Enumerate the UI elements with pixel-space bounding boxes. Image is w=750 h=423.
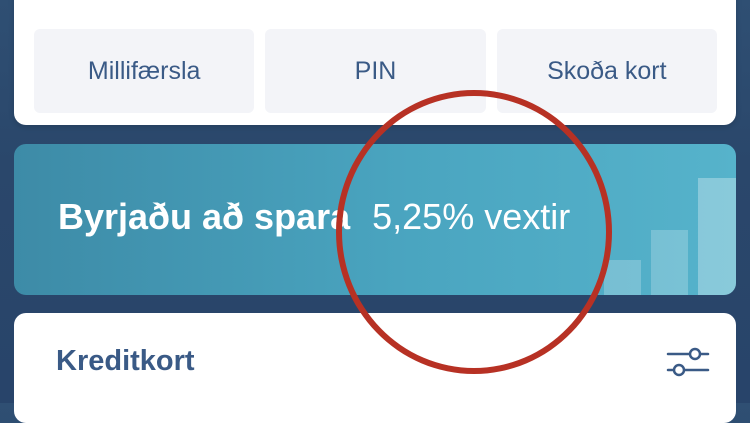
banner-bar-decoration — [698, 178, 736, 295]
pin-button[interactable]: PIN — [265, 29, 486, 113]
quick-actions: Millifærsla PIN Skoða kort — [34, 29, 717, 113]
transfer-button-label: Millifærsla — [87, 56, 201, 85]
pin-button-label: PIN — [354, 56, 397, 85]
banner-rate: 5,25% vextir — [372, 196, 571, 237]
card-actions-panel: Millifærsla PIN Skoða kort — [14, 0, 736, 125]
savings-promo-banner[interactable]: Byrjaðu að spara 5,25% vextir — [14, 144, 736, 295]
banner-text: Byrjaðu að spara 5,25% vextir — [58, 196, 570, 238]
credit-card-section: Kreditkort — [14, 313, 736, 423]
view-card-button-label: Skoða kort — [547, 56, 667, 85]
sliders-icon[interactable] — [666, 346, 710, 378]
section-title: Kreditkort — [56, 345, 195, 377]
transfer-button[interactable]: Millifærsla — [34, 29, 255, 113]
view-card-button[interactable]: Skoða kort — [496, 29, 717, 113]
banner-title: Byrjaðu að spara — [58, 196, 351, 237]
banner-bar-decoration — [651, 230, 688, 295]
banner-bar-decoration — [604, 260, 641, 295]
